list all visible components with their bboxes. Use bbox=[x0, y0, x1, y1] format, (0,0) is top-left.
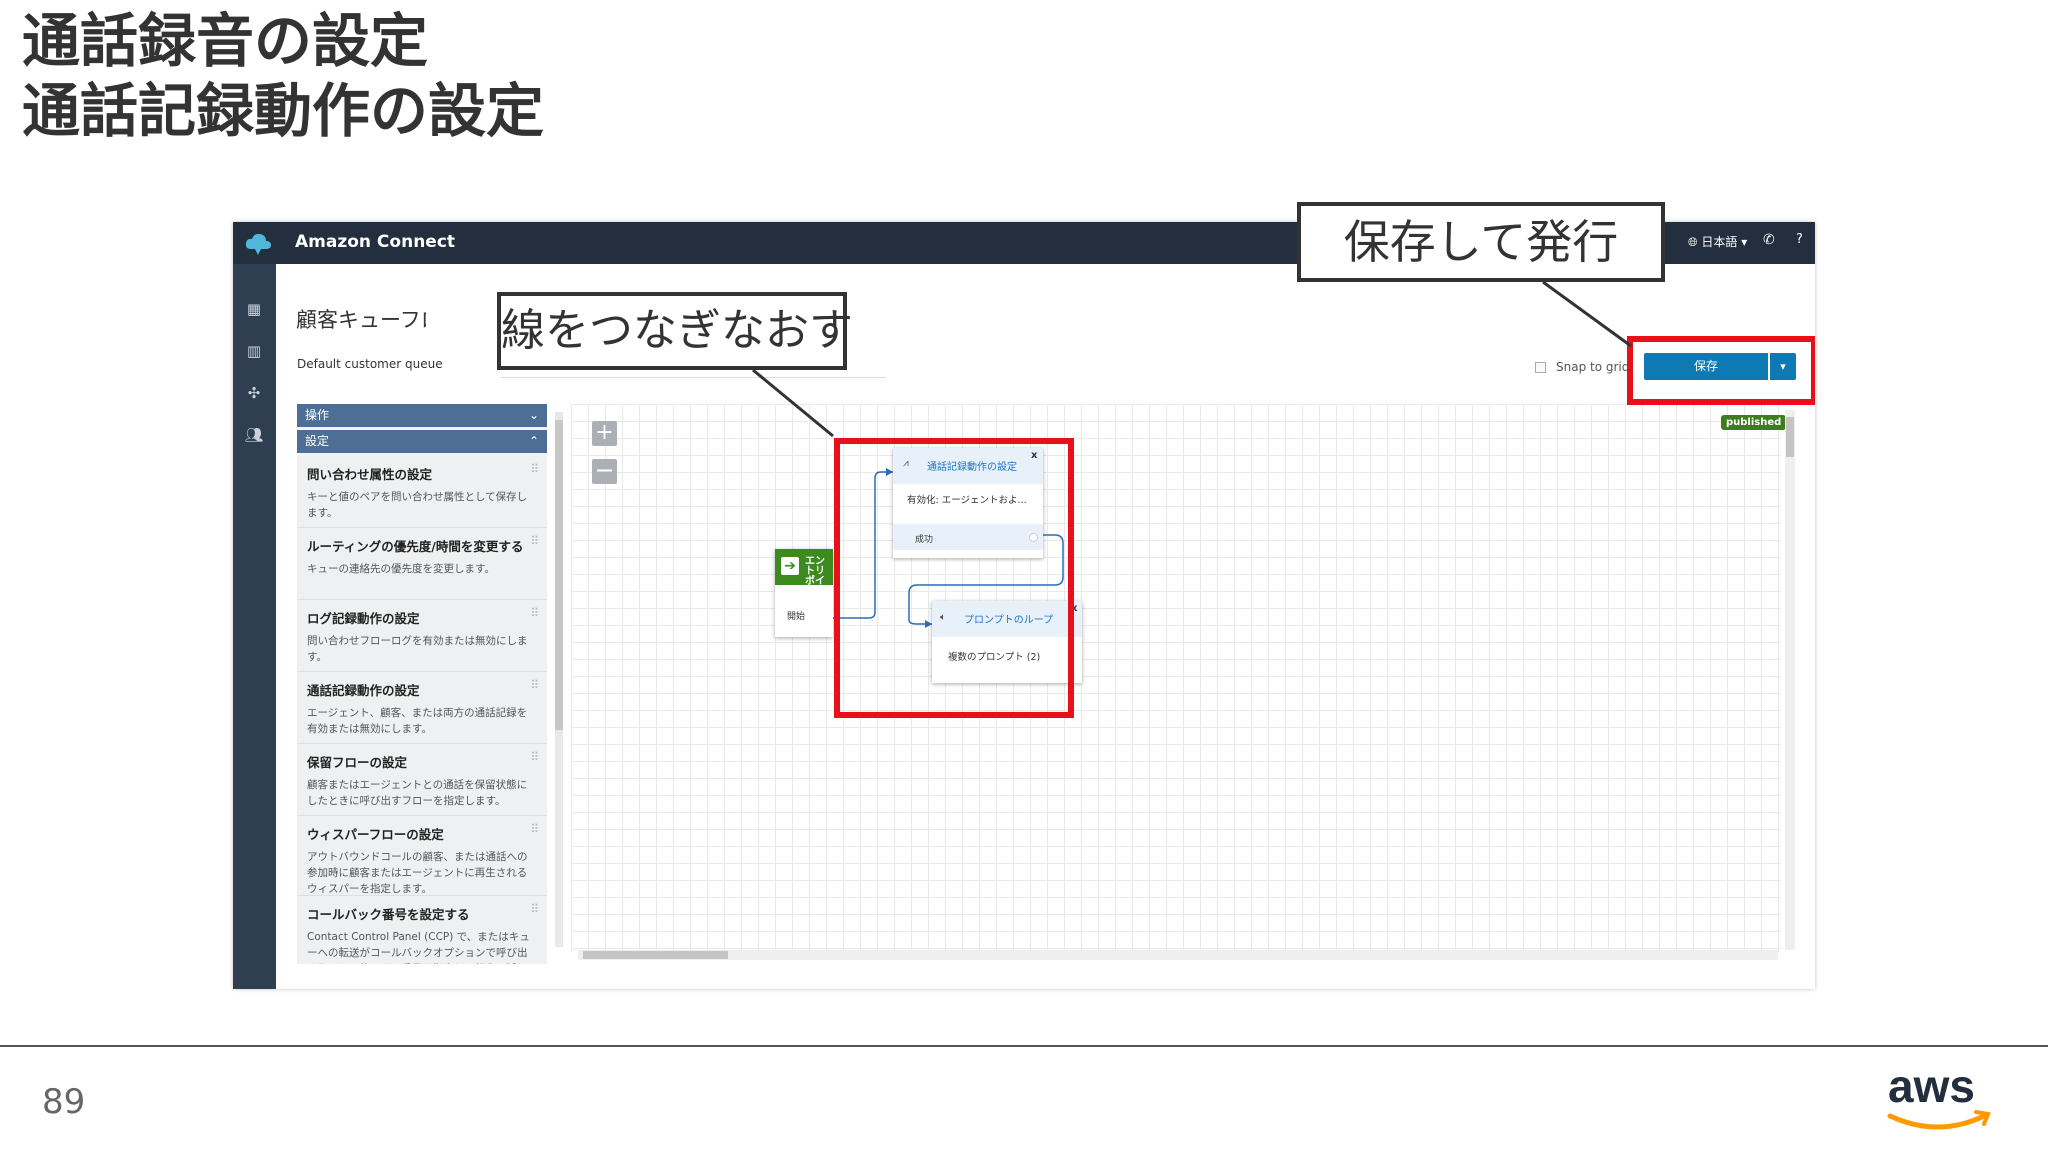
drag-handle-icon[interactable]: ⠿ bbox=[530, 462, 539, 476]
highlight-box-flow bbox=[834, 438, 1074, 718]
language-label: 日本語 bbox=[1701, 235, 1738, 249]
dashboard-icon[interactable]: ▦ bbox=[243, 300, 265, 322]
aws-logo: aws bbox=[1887, 1060, 1991, 1130]
palette-item-title: 問い合わせ属性の設定 bbox=[307, 467, 433, 482]
users-icon[interactable]: 👥︎ bbox=[243, 426, 265, 448]
block-palette: 操作 ⌄ 設定 ⌃ 問い合わせ属性の設定 キーと値のペアを問い合わせ属性として保… bbox=[297, 404, 547, 964]
metrics-icon[interactable]: ▥ bbox=[243, 342, 265, 364]
palette-item-desc: 問い合わせフローログを有効または無効にします。 bbox=[307, 635, 528, 663]
description-underline bbox=[501, 377, 886, 378]
amazon-connect-screenshot: Amazon Connect 🌐︎ 日本語 ▾ ✆ ? ▦ ▥ ✣ 👥︎ 顧客キ… bbox=[233, 222, 1815, 989]
settings-header-label: 設定 bbox=[305, 434, 330, 448]
palette-item[interactable]: ルーティングの優先度/時間を変更する キューの連絡先の優先度を変更します。 ⠿ bbox=[297, 528, 547, 600]
routing-icon[interactable]: ✣ bbox=[243, 384, 265, 406]
flow-title[interactable]: 顧客キューフローの bbox=[296, 304, 426, 334]
canvas-horizontal-scrollbar-thumb[interactable] bbox=[583, 951, 728, 959]
palette-item-title: コールバック番号を設定する bbox=[307, 907, 470, 922]
palette-item-desc: 顧客またはエージェントとの通話を保留状態にしたときに呼び出すフローを指定します。 bbox=[307, 779, 528, 807]
drag-handle-icon[interactable]: ⠿ bbox=[530, 822, 539, 836]
entry-arrow-icon: ➔ bbox=[781, 557, 799, 575]
palette-item[interactable]: 通話記録動作の設定 エージェント、顧客、または両方の通話記録を有効または無効にし… bbox=[297, 672, 547, 744]
flow-canvas[interactable] bbox=[571, 404, 1781, 952]
operations-section-header[interactable]: 操作 ⌄ bbox=[297, 404, 547, 427]
leader-line-save bbox=[1542, 280, 1632, 348]
drag-handle-icon[interactable]: ⠿ bbox=[530, 606, 539, 620]
palette-item-title: 通話記録動作の設定 bbox=[307, 683, 420, 698]
palette-scrollbar-thumb[interactable] bbox=[555, 420, 563, 730]
canvas-horizontal-scrollbar[interactable] bbox=[578, 950, 1778, 960]
palette-item-title: ログ記録動作の設定 bbox=[307, 611, 420, 626]
status-badge: published bbox=[1721, 415, 1787, 430]
drag-handle-icon[interactable]: ⠿ bbox=[530, 750, 539, 764]
phone-icon[interactable]: ✆ bbox=[1763, 232, 1775, 248]
snap-to-grid-checkbox[interactable] bbox=[1535, 362, 1546, 373]
palette-item-title: ルーティングの優先度/時間を変更する bbox=[307, 539, 524, 554]
slide-title: 通話録音の設定 通話記録動作の設定 bbox=[22, 6, 544, 146]
palette-item[interactable]: ウィスパーフローの設定 アウトバウンドコールの顧客、または通話への参加時に顧客ま… bbox=[297, 816, 547, 896]
palette-item-desc: アウトバウンドコールの顧客、または通話への参加時に顧客またはエージェントに再生さ… bbox=[307, 851, 528, 895]
zoom-out-button[interactable]: − bbox=[592, 458, 617, 484]
chevron-up-icon: ⌃ bbox=[528, 434, 539, 448]
chevron-down-icon: ⌄ bbox=[528, 408, 539, 422]
flow-description[interactable]: Default customer queue bbox=[297, 357, 443, 371]
language-selector[interactable]: 🌐︎ 日本語 ▾ bbox=[1688, 233, 1747, 250]
palette-item-title: 保留フローの設定 bbox=[307, 755, 408, 770]
callout-rewire: 線をつなぎなおす bbox=[497, 292, 853, 370]
drag-handle-icon[interactable]: ⠿ bbox=[530, 902, 539, 916]
entry-block-label: エントリポイント bbox=[805, 556, 825, 586]
palette-item-desc: エージェント、顧客、または両方の通話記録を有効または無効にします。 bbox=[307, 707, 528, 735]
snap-to-grid-label: Snap to grid bbox=[1556, 360, 1630, 374]
slide-title-line1: 通話録音の設定 bbox=[22, 7, 429, 75]
operations-header-label: 操作 bbox=[305, 408, 330, 422]
left-nav: ▦ ▥ ✣ 👥︎ bbox=[233, 264, 276, 989]
page-number: 89 bbox=[42, 1082, 86, 1122]
entry-start-label: 開始 bbox=[787, 612, 806, 622]
connect-cloud-icon[interactable] bbox=[243, 229, 273, 257]
help-icon[interactable]: ? bbox=[1796, 232, 1803, 247]
drag-handle-icon[interactable]: ⠿ bbox=[530, 534, 539, 548]
entry-point-block[interactable]: エントリポイント ➔ 開始 bbox=[775, 549, 833, 637]
palette-item-desc: キーと値のペアを問い合わせ属性として保存します。 bbox=[307, 491, 528, 519]
palette-item-title: ウィスパーフローの設定 bbox=[307, 827, 444, 842]
drag-handle-icon[interactable]: ⠿ bbox=[530, 678, 539, 692]
palette-item[interactable]: 問い合わせ属性の設定 キーと値のペアを問い合わせ属性として保存します。 ⠿ bbox=[297, 456, 547, 528]
zoom-in-button[interactable]: + bbox=[592, 421, 617, 446]
svg-text:aws: aws bbox=[1888, 1060, 1975, 1112]
palette-item-desc: キューの連絡先の優先度を変更します。 bbox=[307, 563, 495, 575]
canvas-vertical-scrollbar[interactable] bbox=[1785, 410, 1795, 950]
palette-item[interactable]: 保留フローの設定 顧客またはエージェントとの通話を保留状態にしたときに呼び出すフ… bbox=[297, 744, 547, 816]
palette-item[interactable]: ログ記録動作の設定 問い合わせフローログを有効または無効にします。 ⠿ bbox=[297, 600, 547, 672]
callout-save: 保存して発行 bbox=[1297, 202, 1665, 282]
app-name: Amazon Connect bbox=[295, 232, 456, 252]
slide-title-line2: 通話記録動作の設定 bbox=[22, 77, 545, 145]
palette-item[interactable]: コールバック番号を設定する Contact Control Panel (CCP… bbox=[297, 896, 547, 964]
footer-divider bbox=[0, 1045, 2048, 1047]
highlight-box-save bbox=[1627, 336, 1815, 405]
canvas-vertical-scrollbar-thumb[interactable] bbox=[1786, 417, 1794, 457]
settings-section-header[interactable]: 設定 ⌃ bbox=[297, 430, 547, 453]
palette-item-desc: Contact Control Panel (CCP) で、またはキューへの転送… bbox=[307, 931, 530, 964]
